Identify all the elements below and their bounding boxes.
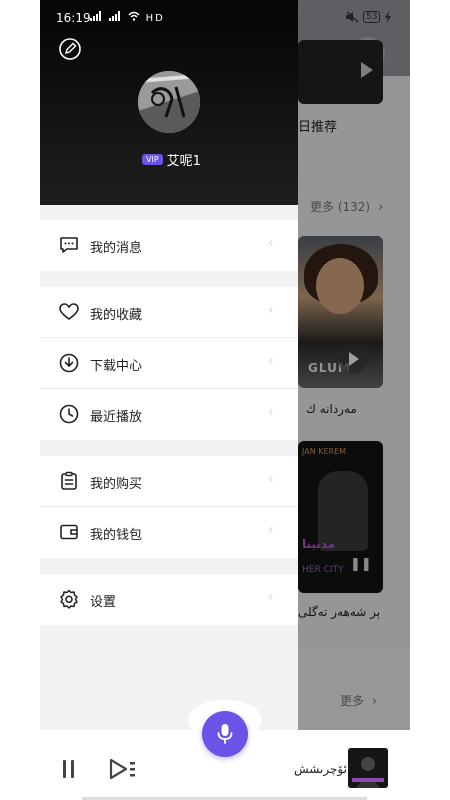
- menu-group-settings: 设置 ‹: [40, 574, 298, 625]
- vip-badge: VIP: [142, 154, 163, 165]
- avatar[interactable]: [138, 71, 200, 133]
- user-name-row[interactable]: VIP 艾呢1: [142, 150, 201, 169]
- heart-icon: [59, 303, 79, 320]
- menu-item-messages[interactable]: 我的消息 ‹: [40, 220, 298, 271]
- drawer-header: 16:19 HD VIP 艾呢1: [40, 0, 298, 205]
- menu-label: 设置: [90, 595, 117, 610]
- chevron-left-icon: ‹: [268, 471, 274, 487]
- menu-label: 最近播放: [90, 410, 143, 425]
- menu-item-wallet[interactable]: 我的钱包 ‹: [40, 507, 298, 558]
- download-icon: [59, 353, 79, 373]
- menu-label: 我的购买: [90, 477, 143, 492]
- wallet-icon: [60, 524, 78, 540]
- status-time: 16:19: [56, 11, 91, 25]
- signal-icon: [90, 11, 101, 21]
- network-label: HD: [145, 13, 165, 24]
- menu-label: 我的钱包: [90, 528, 143, 543]
- wifi-icon: [128, 11, 140, 21]
- now-playing-title[interactable]: ئۆچرىشش: [294, 762, 347, 776]
- menu-label: 下载中心: [90, 359, 143, 374]
- message-icon: [60, 237, 78, 253]
- chevron-left-icon: ‹: [268, 404, 274, 420]
- user-name: 艾呢1: [166, 154, 201, 169]
- menu-item-recent[interactable]: 最近播放 ‹: [40, 389, 298, 440]
- edit-icon[interactable]: [58, 37, 82, 61]
- chevron-left-icon: ‹: [268, 522, 274, 538]
- chevron-left-icon: ‹: [268, 353, 274, 369]
- avatar-image: [138, 71, 200, 133]
- mute-icon: [346, 11, 359, 23]
- microphone-icon: [217, 724, 233, 744]
- menu-label: 我的收藏: [90, 308, 143, 323]
- menu-group-purchase: 我的购买 ‹ 我的钱包 ‹: [40, 456, 298, 558]
- chevron-left-icon: ‹: [268, 235, 274, 251]
- menu-item-favorites[interactable]: 我的收藏 ‹: [40, 287, 298, 338]
- charging-icon: [385, 11, 392, 23]
- side-drawer: 16:19 HD VIP 艾呢1 我的消息 ‹ 我的收藏 ‹ 下载中心 ‹ 最近…: [40, 0, 298, 730]
- gear-icon: [60, 589, 78, 609]
- menu-label: 我的消息: [90, 241, 143, 256]
- phone-screen: 日推荐 更多 (132) › GLUM مەردانە ك JAN KEREM ﻣ…: [40, 0, 410, 800]
- menu-group-library: 我的收藏 ‹ 下载中心 ‹ 最近播放 ‹: [40, 287, 298, 440]
- voice-search-button[interactable]: [202, 711, 248, 757]
- chevron-left-icon: ‹: [268, 302, 274, 318]
- now-playing-cover[interactable]: [348, 748, 388, 788]
- status-icons: HD: [90, 11, 165, 24]
- cover-image: [348, 748, 388, 788]
- drawer-scrim[interactable]: [298, 0, 410, 800]
- pause-icon[interactable]: [60, 758, 78, 780]
- battery-level: 53: [363, 11, 381, 23]
- clock-icon: [59, 404, 79, 424]
- clipboard-icon: [61, 471, 77, 490]
- status-right: 53: [345, 11, 392, 23]
- chevron-left-icon: ‹: [268, 589, 274, 605]
- menu-group-messages: 我的消息 ‹: [40, 220, 298, 271]
- menu-item-purchases[interactable]: 我的购买 ‹: [40, 456, 298, 507]
- signal-icon: [109, 11, 121, 21]
- menu-item-settings[interactable]: 设置 ‹: [40, 574, 298, 625]
- play-next-icon[interactable]: [108, 757, 138, 781]
- menu-item-downloads[interactable]: 下载中心 ‹: [40, 338, 298, 389]
